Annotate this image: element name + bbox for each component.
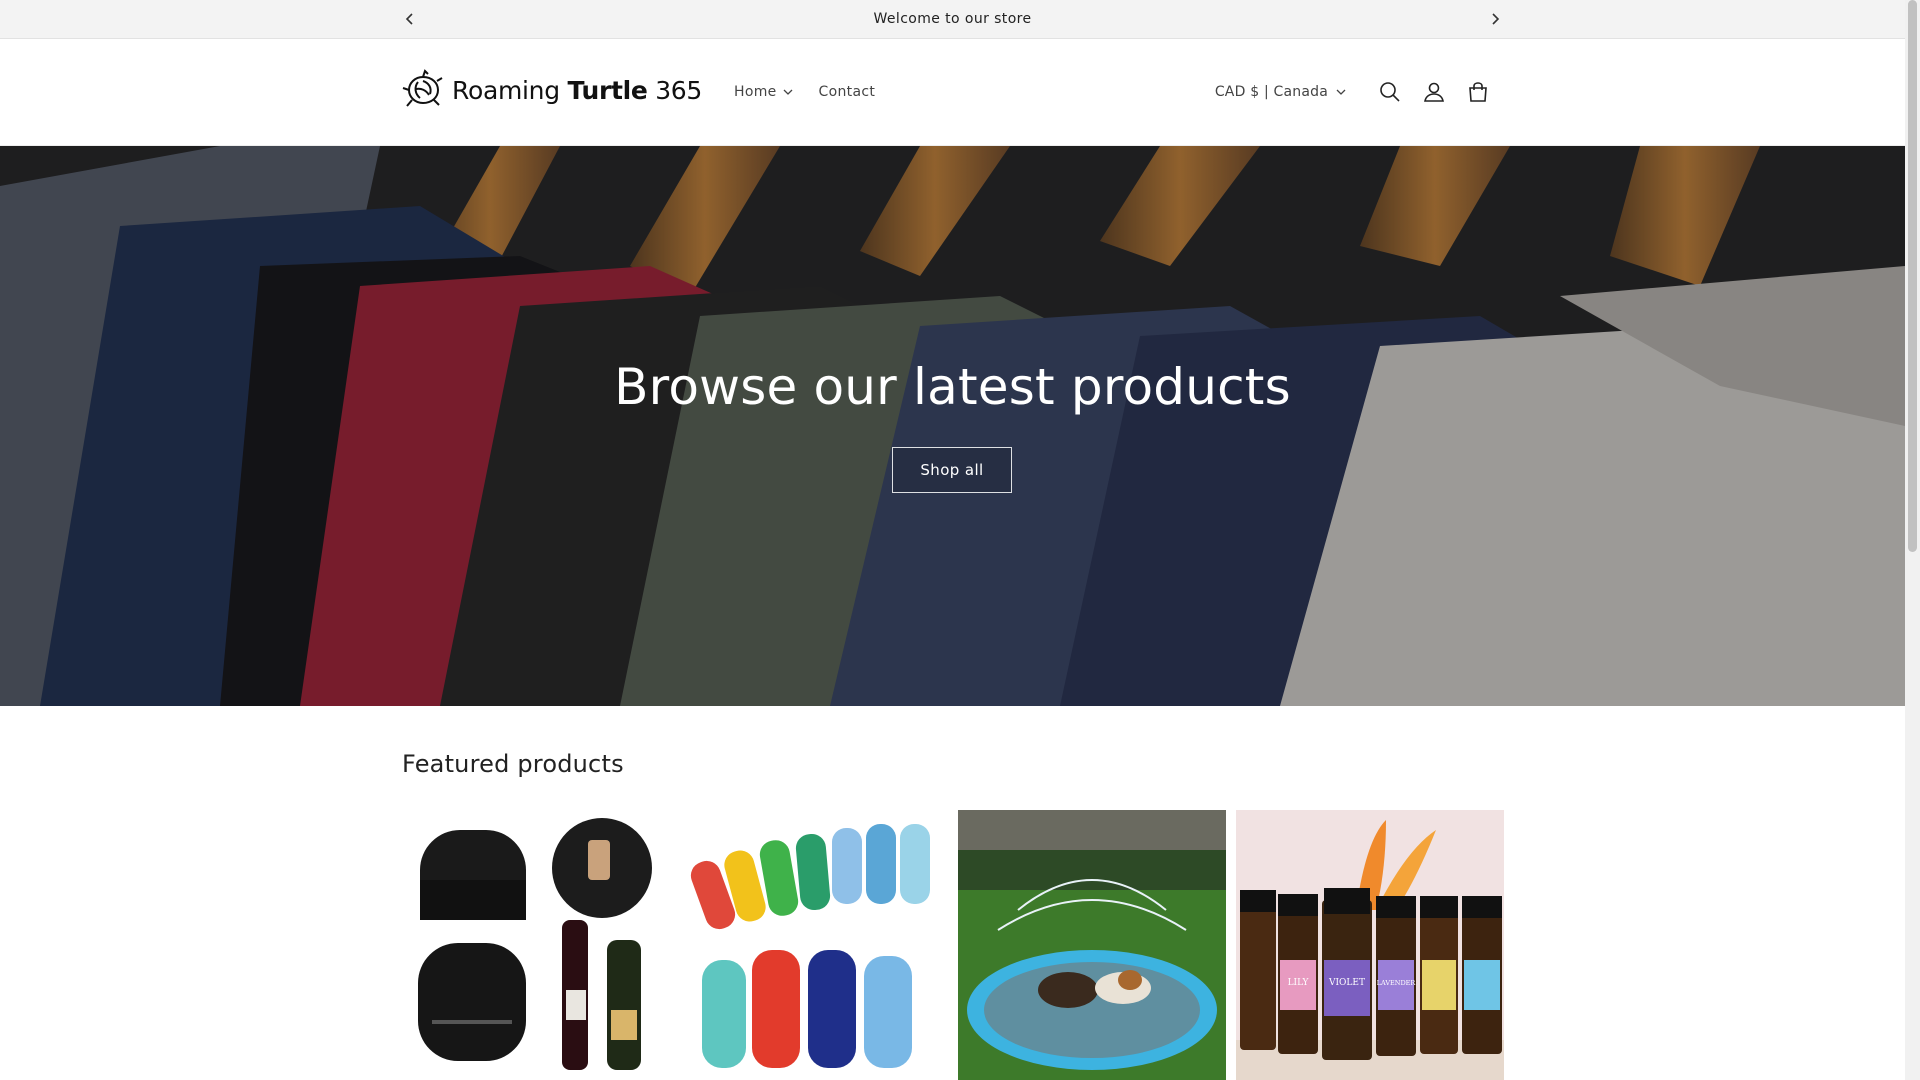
page-scrollbar[interactable] [1905, 0, 1920, 1080]
cart-button[interactable] [1456, 70, 1500, 114]
turtle-logo-icon [402, 69, 443, 107]
nav-contact-label: Contact [818, 84, 876, 100]
product-image-finger-toothbrush [680, 810, 948, 1080]
product-card-essential-oils[interactable]: LILY VIOLET LAVENDER [1236, 810, 1504, 1080]
oil-label-lily: LILY [1288, 978, 1310, 988]
nav-home-label: Home [734, 84, 777, 100]
store-logo[interactable]: Roaming Turtle 365 [402, 69, 702, 111]
scrollbar-thumb[interactable] [1908, 0, 1917, 552]
account-icon [1424, 82, 1444, 102]
product-image-essential-oils: LILY VIOLET LAVENDER [1236, 810, 1504, 1080]
currency-label: CAD $ | Canada [1214, 84, 1328, 100]
chevron-left-icon [405, 13, 413, 25]
hero-banner: Browse our latest products Shop all [0, 146, 1905, 706]
logo-text: Roaming Turtle 365 [452, 75, 703, 105]
site-header: Roaming Turtle 365 Home Contact CAD $ | … [0, 39, 1905, 146]
chevron-down-icon [783, 89, 793, 95]
product-card-wine-stopper[interactable] [402, 810, 670, 1080]
oil-label-violet: VIOLET [1328, 978, 1365, 988]
main-nav: Home Contact [734, 39, 875, 145]
nav-item-contact[interactable]: Contact [819, 84, 876, 100]
featured-products-grid: LILY VIOLET LAVENDER [402, 810, 1504, 1080]
search-button[interactable] [1368, 70, 1412, 114]
nav-item-home[interactable]: Home [734, 84, 793, 100]
header-utilities: CAD $ | Canada [1215, 39, 1500, 145]
oil-label-lavender: LAVENDER [1377, 979, 1417, 987]
product-card-finger-toothbrush[interactable] [680, 810, 948, 1080]
chevron-down-icon [1336, 89, 1346, 95]
announcement-next-button[interactable] [1484, 8, 1506, 30]
cart-icon [1469, 82, 1487, 102]
product-image-splash-pad [958, 810, 1226, 1080]
featured-products-title: Featured products [402, 750, 624, 778]
chevron-right-icon [1492, 13, 1500, 25]
currency-selector[interactable]: CAD $ | Canada [1215, 84, 1346, 100]
hero-title: Browse our latest products [614, 358, 1291, 416]
announcement-message: Welcome to our store [873, 11, 1032, 27]
account-button[interactable] [1412, 70, 1456, 114]
announcement-prev-button[interactable] [399, 8, 421, 30]
product-image-wine-stopper [402, 810, 670, 1080]
hero-overlay [0, 146, 1905, 706]
announcement-bar: Welcome to our store [0, 0, 1905, 39]
product-card-splash-pad[interactable] [958, 810, 1226, 1080]
shop-all-button[interactable]: Shop all [892, 447, 1012, 493]
search-icon [1380, 82, 1400, 102]
